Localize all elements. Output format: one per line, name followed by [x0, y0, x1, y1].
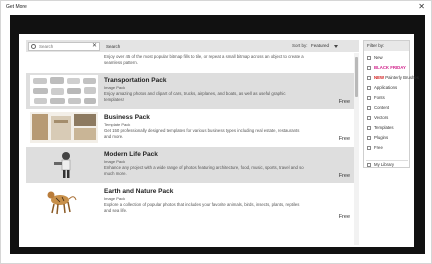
search-icon [31, 44, 36, 49]
sort-dropdown[interactable]: Featured [311, 42, 339, 50]
item-description: Enhance any project with a wide range of… [104, 165, 304, 176]
transportation-pack-thumbnail [30, 75, 98, 106]
product-list: Enjoy over 45 of the most popular bitmap… [26, 53, 354, 245]
filter-label: New [374, 55, 383, 60]
title-bar: Get More ✕ [1, 1, 431, 15]
close-icon[interactable]: ✕ [418, 2, 425, 12]
scrollbar-thumb[interactable] [355, 57, 358, 97]
filter-item-free[interactable]: Free [367, 145, 411, 153]
checkbox[interactable] [367, 66, 371, 70]
item-type: Template Pack [104, 122, 131, 127]
checkbox[interactable] [367, 146, 371, 150]
clear-icon[interactable]: ✕ [92, 43, 97, 50]
item-price[interactable]: Free [339, 214, 350, 220]
filter-label-wrap: BLACK FRIDAY [374, 65, 406, 70]
checkbox[interactable] [367, 56, 371, 60]
filter-label: Free [374, 145, 383, 150]
item-price[interactable]: Free [339, 99, 350, 105]
filter-label: Templates [374, 125, 394, 130]
filter-item-vectors[interactable]: Vectors [367, 115, 411, 123]
filter-panel: Filter by: New BLACK FRIDAY NEW Painterl… [363, 40, 419, 170]
item-price[interactable]: Free [339, 173, 350, 179]
filter-item-content[interactable]: Content [367, 105, 411, 113]
filter-item-new[interactable]: New [367, 55, 411, 63]
item-type: Image Pack [104, 196, 126, 201]
item-name: Modern Life Pack [104, 151, 158, 158]
search-button[interactable]: Search [104, 42, 122, 51]
checkbox[interactable] [367, 163, 371, 167]
item-name: Earth and Nature Pack [104, 188, 174, 195]
list-scrollbar[interactable] [354, 53, 359, 245]
filter-label: Plugins [374, 135, 389, 140]
sort-selected-value: Featured [311, 43, 330, 48]
filter-item-painterly-brushes[interactable]: NEW Painterly Brushes [367, 75, 419, 83]
item-type: Image Pack [104, 85, 126, 90]
filter-label-wrap: NEW Painterly Brushes [374, 75, 419, 80]
filter-item-black-friday[interactable]: BLACK FRIDAY [367, 65, 411, 73]
filter-item-fonts[interactable]: Fonts [367, 95, 411, 103]
filter-label: Fonts [374, 95, 385, 100]
filter-label: Painterly Brushes [384, 75, 419, 80]
filter-label: My Library [374, 162, 395, 167]
checkbox[interactable] [367, 86, 371, 90]
filter-heading: Filter by: [364, 41, 409, 51]
filter-divider [366, 160, 408, 161]
list-item[interactable]: Enjoy over 45 of the most popular bitmap… [26, 53, 354, 73]
filter-label: Vectors [374, 115, 389, 120]
business-pack-thumbnail [30, 112, 98, 143]
item-name: Business Pack [104, 114, 150, 121]
item-name: Transportation Pack [104, 77, 167, 84]
checkbox[interactable] [367, 126, 371, 130]
checkbox[interactable] [367, 136, 371, 140]
search-input[interactable]: Search ✕ [28, 42, 100, 51]
filter-label: Applications [374, 85, 398, 90]
search-toolbar: Search ✕ Search Sort by: Featured [26, 40, 359, 52]
filter-label: BLACK FRIDAY [374, 65, 406, 70]
item-description: Enjoy over 45 of the most popular bitmap… [104, 54, 304, 65]
item-price[interactable]: Free [339, 136, 350, 142]
chevron-down-icon [334, 45, 338, 48]
filter-item-templates[interactable]: Templates [367, 125, 411, 133]
search-placeholder: Search [39, 44, 54, 49]
get-more-dialog: Get More ✕ Search ✕ Search Sort by: Feat… [0, 0, 432, 264]
list-item[interactable]: Modern Life Pack Image Pack Enhance any … [26, 147, 354, 183]
checkbox[interactable] [367, 96, 371, 100]
item-description: Enjoy amazing photos and clipart of cars… [104, 91, 286, 102]
item-type: Image Pack [104, 159, 126, 164]
window-title: Get More [6, 4, 27, 10]
store-panel: Search ✕ Search Sort by: Featured Enjoy … [19, 34, 419, 247]
list-item[interactable]: Business Pack Template Pack Get 150 prof… [26, 110, 354, 146]
new-badge: NEW [374, 75, 385, 80]
earth-nature-pack-thumbnail [30, 186, 98, 217]
filter-item-plugins[interactable]: Plugins [367, 135, 411, 143]
list-item[interactable]: Transportation Pack Image Pack Enjoy ama… [26, 73, 354, 109]
item-description: Get 150 professionally designed template… [104, 128, 300, 139]
filter-item-applications[interactable]: Applications [367, 85, 411, 93]
checkbox[interactable] [367, 106, 371, 110]
checkbox[interactable] [367, 116, 371, 120]
filter-item-my-library[interactable]: My Library [367, 162, 411, 170]
list-item[interactable]: Earth and Nature Pack Image Pack Explore… [26, 184, 354, 224]
checkbox[interactable] [367, 76, 371, 80]
filter-label: Content [374, 105, 390, 110]
modern-life-pack-thumbnail [30, 149, 98, 180]
sort-label: Sort by: [292, 43, 308, 48]
item-description: Explore a collection of popular photos t… [104, 202, 300, 213]
